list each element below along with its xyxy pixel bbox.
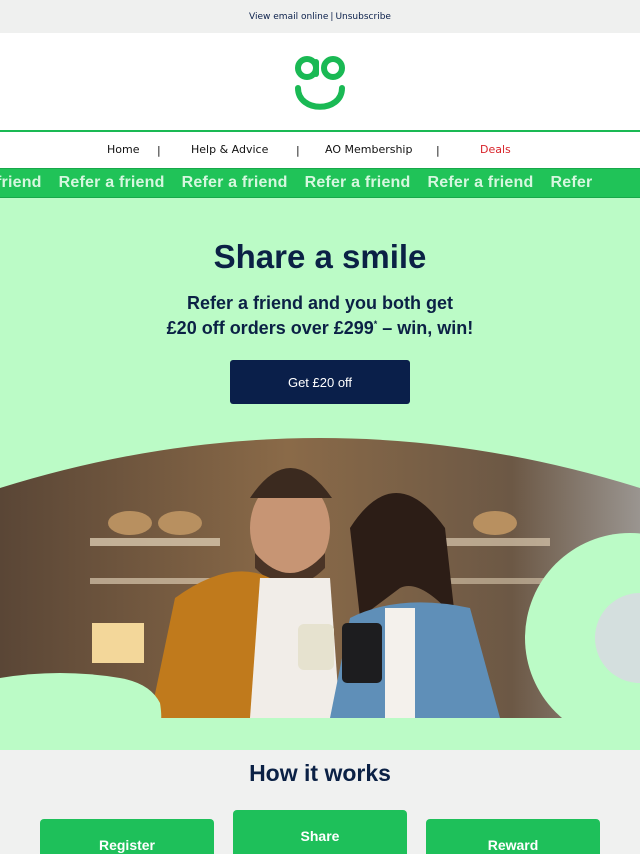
step-register-label: Register <box>98 837 156 853</box>
top-utility-bar: View email online | Unsubscribe <box>0 0 640 33</box>
nav-separator: | <box>436 144 440 157</box>
step-share-label: Share <box>300 828 340 844</box>
hero-subtitle: Refer a friend and you both get £20 off … <box>0 293 640 339</box>
step-share[interactable]: Share <box>233 810 407 854</box>
email-page: View email online | Unsubscribe Home | H… <box>0 0 640 854</box>
hero-photo <box>0 438 640 750</box>
hero-section: Share a smile Refer a friend and you bot… <box>0 198 640 750</box>
nav-help-advice[interactable]: Help & Advice <box>191 143 268 156</box>
how-it-works-title: How it works <box>249 760 391 786</box>
nav-deals[interactable]: Deals <box>480 143 511 156</box>
ao-logo[interactable] <box>294 55 346 111</box>
unsubscribe-link[interactable]: Unsubscribe <box>335 12 391 22</box>
ticker-item: Refer a friend <box>58 174 165 191</box>
ticker-item: Refer <box>550 174 593 191</box>
nav-separator: | <box>296 144 300 157</box>
logo-header <box>0 33 640 131</box>
nav-ao-membership[interactable]: AO Membership <box>325 143 412 156</box>
step-register[interactable]: Register <box>40 819 214 854</box>
how-it-works-section: How it works Register Share Reward <box>0 750 640 854</box>
nav-separator: | <box>157 144 161 157</box>
hero-title: Share a smile <box>213 238 427 275</box>
ticker-item: Refer a friend <box>427 174 534 191</box>
main-nav: Home | Help & Advice | AO Membership | D… <box>0 132 640 168</box>
topbar-separator: | <box>330 11 334 22</box>
view-online-link[interactable]: View email online <box>249 12 328 22</box>
ticker-item: Refer a friend <box>181 174 288 191</box>
refer-friend-ticker: friend Refer a friend Refer a friend Refer … <box>0 168 640 198</box>
ticker-item: Refer a friend <box>304 174 411 191</box>
ticker-track: friend Refer a friend Refer a friend Refer … <box>0 174 609 192</box>
ticker-item: friend <box>0 174 42 191</box>
nav-home[interactable]: Home <box>107 143 139 156</box>
step-reward[interactable]: Reward <box>426 819 600 854</box>
win-win-text: – win, win! <box>377 318 474 338</box>
get-20-off-button[interactable]: Get £20 off <box>230 360 410 404</box>
hero-subtitle-line1: Refer a friend and you both get <box>186 293 454 313</box>
step-reward-label: Reward <box>487 837 539 853</box>
hero-subtitle-line2: £20 off orders over £299* – win, win! <box>0 314 640 339</box>
offer-text: £20 off orders over £299 <box>166 318 374 338</box>
